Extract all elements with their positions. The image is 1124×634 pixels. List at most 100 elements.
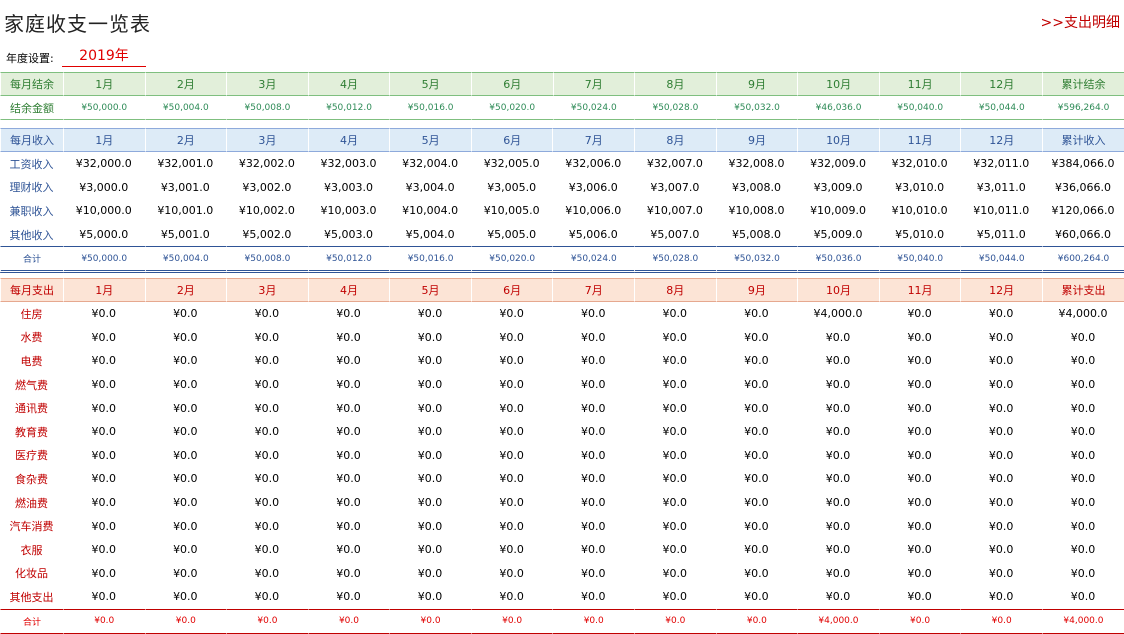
table-cell: ¥0.0 bbox=[662, 378, 688, 392]
table-cell: ¥0.0 bbox=[988, 496, 1014, 510]
table-cell: ¥10,008.0 bbox=[728, 204, 785, 218]
table-cell: ¥50,032.0 bbox=[715, 96, 798, 120]
income-row-label: 理财收入 bbox=[9, 181, 54, 195]
table-cell: ¥0.0 bbox=[907, 354, 932, 368]
table-cell: ¥0.0 bbox=[907, 496, 932, 510]
table-cell: ¥0.0 bbox=[825, 425, 851, 439]
table-cell: ¥0.0 bbox=[988, 425, 1014, 439]
table-cell: ¥0.0 bbox=[715, 608, 798, 634]
table-cell: ¥0.0 bbox=[744, 566, 769, 580]
expense-row: 汽车消费 ¥0.0 ¥0.0 ¥0.0 ¥0.0 ¥0.0 ¥0.0 ¥0.0 ¥0.0 ¥0.0… bbox=[0, 514, 1124, 538]
table-cell: ¥0.0 bbox=[91, 307, 116, 321]
expense-row: 燃油费 ¥0.0 ¥0.0 ¥0.0 ¥0.0 ¥0.0 ¥0.0 ¥0.0 ¥0.0 ¥0.0 ¥… bbox=[0, 491, 1124, 515]
table-cell: ¥0.0 bbox=[336, 566, 361, 580]
expense-detail-link[interactable]: >>支出明细 bbox=[1041, 12, 1120, 32]
table-cell: ¥3,006.0 bbox=[568, 180, 618, 194]
table-cell: ¥0.0 bbox=[254, 472, 280, 486]
table-cell: ¥0.0 bbox=[662, 401, 688, 415]
table-cell: ¥10,006.0 bbox=[565, 204, 622, 218]
table-cell: ¥0.0 bbox=[580, 472, 606, 486]
table-cell: ¥50,020.0 bbox=[470, 246, 553, 274]
month-header-9: 9月 bbox=[715, 128, 798, 152]
table-cell: ¥0.0 bbox=[960, 608, 1042, 634]
table-cell: ¥0.0 bbox=[662, 448, 688, 462]
table-cell: ¥32,005.0 bbox=[483, 157, 540, 171]
table-cell: ¥3,008.0 bbox=[731, 180, 781, 194]
expense-total-row-label: 合计 bbox=[0, 608, 63, 634]
table-cell: ¥0.0 bbox=[254, 307, 280, 321]
month-header-1: 1月 bbox=[62, 72, 145, 96]
table-cell: ¥0.0 bbox=[907, 307, 932, 321]
table-cell: ¥0.0 bbox=[825, 472, 851, 486]
table-cell: ¥0.0 bbox=[254, 378, 280, 392]
table-cell: ¥5,003.0 bbox=[324, 228, 373, 242]
income-header-label: 每月收入 bbox=[0, 128, 63, 152]
month-header-7: 7月 bbox=[552, 278, 634, 302]
table-cell: ¥0.0 bbox=[417, 330, 443, 344]
table-cell: ¥0.0 bbox=[336, 448, 361, 462]
table-cell: ¥50,000.0 bbox=[62, 246, 145, 274]
table-cell: ¥32,010.0 bbox=[891, 157, 948, 171]
table-cell: ¥50,028.0 bbox=[634, 246, 716, 274]
income-total-row-label: 合计 bbox=[0, 246, 63, 274]
table-cell: ¥50,044.0 bbox=[960, 96, 1043, 120]
balance-row: 结余金额 ¥50,000.0 ¥50,004.0 ¥50,008.0 ¥50,012.0… bbox=[0, 96, 1124, 120]
table-cell: ¥0.0 bbox=[825, 496, 851, 510]
table-cell: ¥0.0 bbox=[226, 608, 308, 634]
expense-row-label: 住房 bbox=[20, 307, 43, 321]
table-cell: ¥0.0 bbox=[254, 590, 280, 604]
expense-row-label: 食杂费 bbox=[14, 472, 48, 486]
table-cell: ¥0.0 bbox=[254, 425, 280, 439]
table-cell: ¥5,006.0 bbox=[568, 228, 618, 242]
table-cell: ¥0.0 bbox=[744, 472, 769, 486]
table-cell: ¥0.0 bbox=[662, 566, 688, 580]
month-header-4: 4月 bbox=[307, 128, 390, 152]
table-cell: ¥10,003.0 bbox=[320, 204, 377, 218]
table-cell: ¥0.0 bbox=[744, 354, 769, 368]
expense-row-label: 汽车消费 bbox=[9, 520, 54, 534]
table-cell: ¥0.0 bbox=[744, 496, 769, 510]
month-header-11: 11月 bbox=[878, 72, 961, 96]
table-cell: ¥5,009.0 bbox=[813, 228, 863, 242]
table-cell: ¥0.0 bbox=[254, 519, 280, 533]
table-cell: ¥0.0 bbox=[417, 378, 443, 392]
table-cell: ¥50,004.0 bbox=[144, 96, 227, 120]
table-cell: ¥0.0 bbox=[144, 608, 227, 634]
table-cell: ¥0.0 bbox=[580, 519, 606, 533]
table-cell: ¥3,001.0 bbox=[160, 180, 210, 194]
table-cell: ¥0.0 bbox=[336, 543, 361, 557]
table-cell: ¥0.0 bbox=[336, 378, 361, 392]
table-cell: ¥0.0 bbox=[907, 330, 932, 344]
table-cell: ¥4,000.0 bbox=[1058, 307, 1108, 321]
month-header-11: 11月 bbox=[878, 128, 961, 152]
month-header-6: 6月 bbox=[470, 128, 553, 152]
table-cell: ¥0.0 bbox=[254, 330, 280, 344]
table-cell: ¥10,002.0 bbox=[238, 204, 295, 218]
month-header-5: 5月 bbox=[389, 278, 471, 302]
year-input[interactable]: 2019年 bbox=[62, 46, 146, 67]
table-cell: ¥0.0 bbox=[173, 330, 198, 344]
month-header-2: 2月 bbox=[144, 278, 227, 302]
expense-row-label: 燃油费 bbox=[14, 496, 48, 510]
expense-row: 食杂费 ¥0.0 ¥0.0 ¥0.0 ¥0.0 ¥0.0 ¥0.0 ¥0.0 ¥0.0 ¥0.0 ¥… bbox=[0, 467, 1124, 491]
income-row-label: 其他收入 bbox=[9, 228, 54, 242]
table-cell: ¥0.0 bbox=[173, 543, 198, 557]
table-cell: ¥0.0 bbox=[336, 519, 361, 533]
month-header-1: 1月 bbox=[62, 128, 145, 152]
expense-row-label: 衣服 bbox=[20, 543, 43, 557]
table-cell: ¥32,001.0 bbox=[157, 157, 214, 171]
income-total-header: 累计收入 bbox=[1042, 128, 1124, 152]
table-cell: ¥0.0 bbox=[580, 543, 606, 557]
table-cell: ¥10,005.0 bbox=[483, 204, 540, 218]
table-cell: ¥10,000.0 bbox=[75, 204, 132, 218]
table-cell: ¥0.0 bbox=[825, 378, 851, 392]
table-cell: ¥0.0 bbox=[254, 354, 280, 368]
table-cell: ¥0.0 bbox=[988, 590, 1014, 604]
expense-row-label: 水费 bbox=[20, 331, 43, 345]
table-cell: ¥50,004.0 bbox=[144, 246, 227, 274]
table-cell: ¥50,008.0 bbox=[226, 246, 308, 274]
table-cell: ¥10,009.0 bbox=[810, 204, 867, 218]
table-cell: ¥32,007.0 bbox=[646, 157, 703, 171]
table-cell: ¥0.0 bbox=[580, 425, 606, 439]
income-row-label: 工资收入 bbox=[9, 157, 54, 171]
